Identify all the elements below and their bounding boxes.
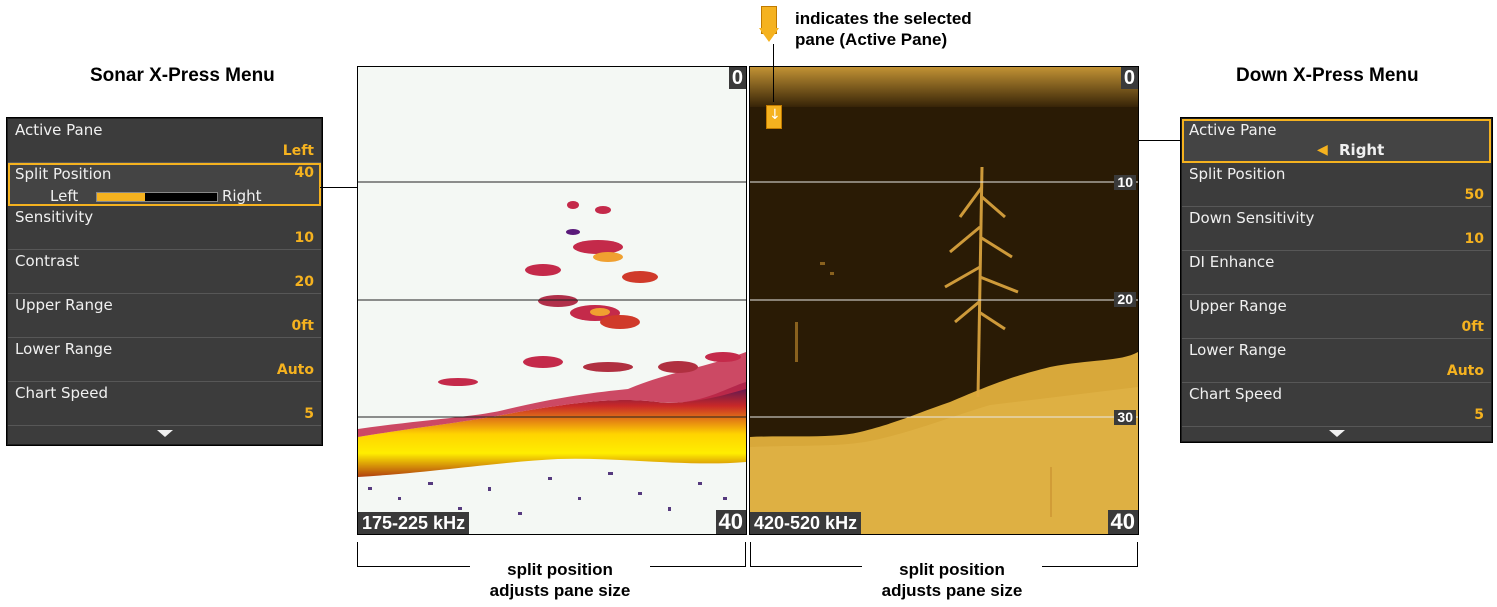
- menu-item-split-position[interactable]: Split Position 40 Left Right: [8, 163, 321, 206]
- active-pane-marker: ↓: [766, 105, 782, 129]
- sonar-pane-right[interactable]: ↓ 0 10 20 30 420-520 kHz 40: [749, 66, 1139, 535]
- menu-item-di-enhance[interactable]: DI Enhance: [1182, 251, 1491, 295]
- menu-item-label: Split Position: [15, 165, 112, 183]
- depth-tick-20: 20: [1114, 291, 1136, 308]
- menu-item-label: Chart Speed: [15, 384, 109, 402]
- depth-bottom-label: 40: [1107, 509, 1138, 534]
- menu-item-label: Chart Speed: [1189, 385, 1283, 403]
- left-split-label: split position adjusts pane size: [470, 559, 650, 601]
- active-pane-annotation: indicates the selected pane (Active Pane…: [795, 8, 972, 50]
- menu-item-label: Upper Range: [15, 296, 113, 314]
- menu-item-sensitivity[interactable]: Sensitivity 10: [8, 206, 321, 250]
- annotation-line-2: pane (Active Pane): [795, 30, 948, 49]
- arrow-down-icon: ↓: [769, 107, 781, 123]
- right-split-label: split position adjusts pane size: [862, 559, 1042, 601]
- menu-item-upper-range[interactable]: Upper Range 0ft: [1182, 295, 1491, 339]
- down-xpress-menu: Active Pane ◀ Right Split Position 50 Do…: [1181, 118, 1492, 442]
- depth-tick-10: 10: [1114, 174, 1136, 191]
- bracket-label-line-2: adjusts pane size: [489, 581, 631, 600]
- chevron-down-icon: [1328, 430, 1345, 437]
- menu-item-value: Left: [282, 143, 314, 159]
- frequency-label: 175-225 kHz: [358, 512, 470, 534]
- sonar-pane-left[interactable]: 0 175-225 kHz 40: [357, 66, 747, 535]
- depth-tick-30: 30: [1114, 409, 1136, 426]
- frequency-label: 420-520 kHz: [750, 512, 862, 534]
- menu-item-label: Active Pane: [1189, 121, 1277, 139]
- sonar-returns-down-imaging: [750, 67, 1138, 534]
- menu-item-label: Split Position: [1189, 165, 1286, 183]
- menu-item-down-sensitivity[interactable]: Down Sensitivity 10: [1182, 207, 1491, 251]
- menu-item-upper-range[interactable]: Upper Range 0ft: [8, 294, 321, 338]
- sonar-returns-2d: [358, 181, 746, 525]
- menu-item-value: Auto: [276, 362, 314, 378]
- depth-top-label: 0: [728, 67, 746, 89]
- menu-scroll-down[interactable]: [8, 426, 321, 444]
- menu-item-value: 0ft: [291, 318, 314, 334]
- sonar-xpress-menu: Active Pane Left Split Position 40 Left …: [7, 118, 322, 445]
- slider-track[interactable]: [96, 192, 218, 202]
- slider-left-label: Left: [50, 187, 79, 205]
- menu-item-contrast[interactable]: Contrast 20: [8, 250, 321, 294]
- menu-item-value: 20: [294, 274, 314, 290]
- menu-item-value: Auto: [1446, 363, 1484, 379]
- split-slider[interactable]: Left Right: [10, 187, 319, 205]
- menu-item-chart-speed[interactable]: Chart Speed 5: [1182, 383, 1491, 427]
- arrow-left-icon[interactable]: ◀: [1317, 142, 1328, 158]
- menu-item-value: Right: [1339, 141, 1385, 159]
- menu-item-value: 5: [1474, 407, 1484, 423]
- menu-item-label: DI Enhance: [1189, 253, 1275, 271]
- sonar-menu-title: Sonar X-Press Menu: [90, 65, 275, 86]
- leader-line: [320, 187, 357, 188]
- menu-item-split-position[interactable]: Split Position 50: [1182, 163, 1491, 207]
- menu-item-label: Lower Range: [1189, 341, 1287, 359]
- bracket-label-line-1: split position: [507, 560, 613, 579]
- menu-item-label: Contrast: [15, 252, 80, 270]
- menu-item-value: 50: [1464, 187, 1484, 203]
- menu-item-value: 0ft: [1461, 319, 1484, 335]
- down-menu-title: Down X-Press Menu: [1236, 65, 1419, 86]
- active-pane-icon: [759, 6, 779, 44]
- depth-top-label: 0: [1120, 67, 1138, 89]
- menu-item-chart-speed[interactable]: Chart Speed 5: [8, 382, 321, 426]
- menu-item-lower-range[interactable]: Lower Range Auto: [1182, 339, 1491, 383]
- annotation-line-1: indicates the selected: [795, 9, 972, 28]
- menu-item-value: 10: [294, 230, 314, 246]
- menu-item-label: Upper Range: [1189, 297, 1287, 315]
- bracket-label-line-1: split position: [899, 560, 1005, 579]
- leader-line: [1137, 140, 1181, 141]
- menu-item-active-pane[interactable]: Active Pane ◀ Right: [1182, 119, 1491, 163]
- menu-item-label: Active Pane: [15, 121, 103, 139]
- menu-item-lower-range[interactable]: Lower Range Auto: [8, 338, 321, 382]
- annotation-leader: [773, 44, 774, 102]
- menu-item-value: 40: [294, 165, 314, 181]
- bracket-label-line-2: adjusts pane size: [881, 581, 1023, 600]
- menu-item-label: Lower Range: [15, 340, 113, 358]
- menu-item-value: 5: [304, 406, 314, 422]
- menu-item-active-pane[interactable]: Active Pane Left: [8, 119, 321, 163]
- menu-scroll-down[interactable]: [1182, 427, 1491, 441]
- menu-item-value: 10: [1464, 231, 1484, 247]
- menu-item-label: Sensitivity: [15, 208, 94, 226]
- slider-right-label: Right: [222, 187, 262, 205]
- slider-fill: [97, 193, 145, 201]
- menu-item-label: Down Sensitivity: [1189, 209, 1315, 227]
- depth-bottom-label: 40: [715, 509, 746, 534]
- chevron-down-icon: [156, 430, 173, 437]
